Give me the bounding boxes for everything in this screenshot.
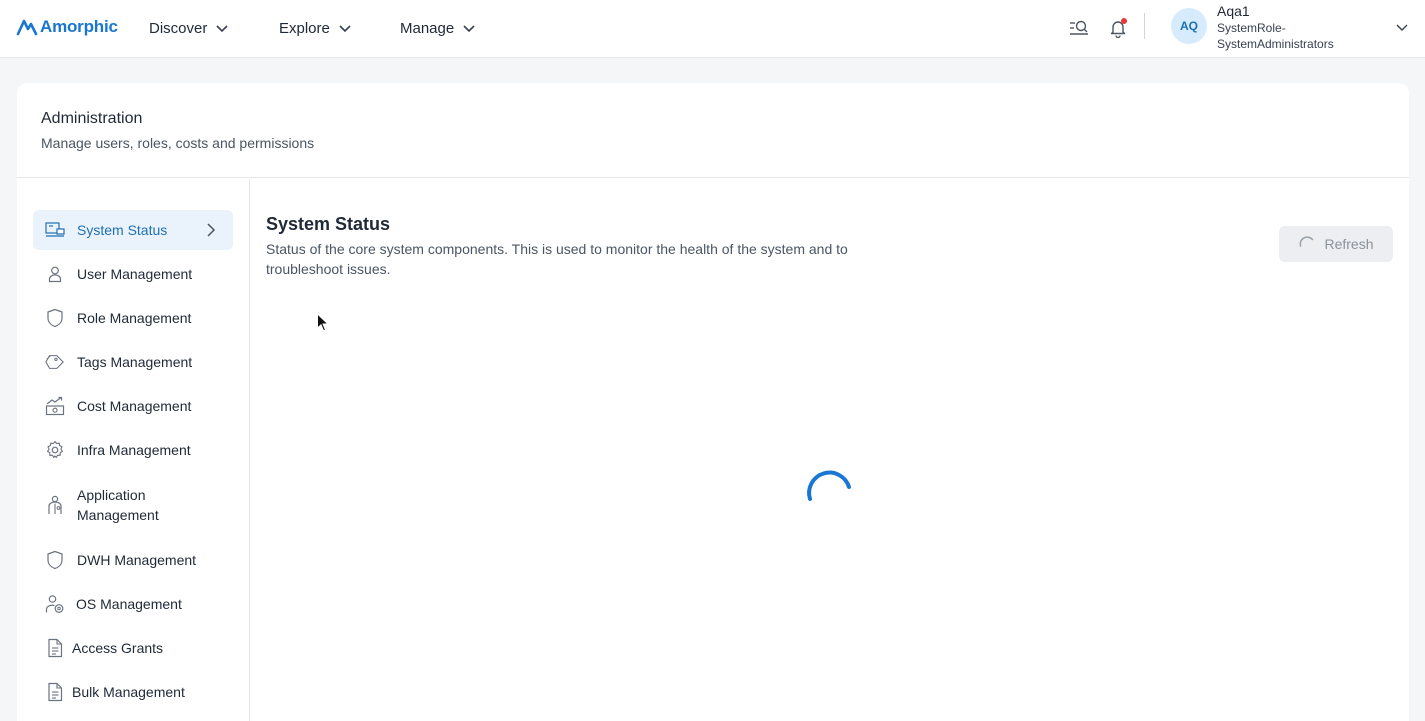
- chevron-down-icon: [216, 25, 228, 33]
- sidebar-item-dwh-management[interactable]: DWH Management: [33, 540, 233, 580]
- sidebar-item-label: Access Grants: [72, 640, 164, 656]
- section-title: System Status: [266, 214, 391, 234]
- shield-icon: [45, 550, 65, 570]
- search-list-icon: [1070, 20, 1088, 35]
- sidebar-item-application-management[interactable]: Application Management: [33, 474, 233, 536]
- search-list-button[interactable]: [1066, 15, 1092, 41]
- sidebar-item-bulk-management[interactable]: Bulk Management: [33, 672, 233, 712]
- sidebar-item-label: Role Management: [77, 310, 192, 326]
- user-name: Aqa1: [1217, 3, 1250, 19]
- sidebar-item-user-management[interactable]: User Management: [33, 254, 233, 294]
- app-user-icon: [45, 495, 65, 515]
- sidebar-item-infra-management[interactable]: Infra Management: [33, 430, 233, 470]
- monitor-icon: [45, 220, 65, 240]
- chevron-down-icon: [339, 25, 351, 33]
- notification-dot: [1121, 18, 1127, 24]
- refresh-button-label: Refresh: [1324, 236, 1374, 252]
- sidebar-item-label: Infra Management: [77, 442, 191, 458]
- mouse-cursor-icon: [317, 313, 330, 332]
- user-role-line2: SystemAdministrators: [1217, 37, 1334, 51]
- document-icon: [45, 682, 65, 702]
- cost-chart-icon: [45, 396, 65, 416]
- chevron-down-icon: [1396, 24, 1408, 31]
- nav-discover-label: Discover: [149, 19, 208, 37]
- nav-manage-label: Manage: [400, 19, 455, 37]
- shield-icon: [45, 308, 65, 328]
- sidebar-item-label: Bulk Management: [72, 684, 185, 700]
- page-subtitle: Manage users, roles, costs and permissio…: [41, 135, 315, 151]
- administration-card: Administration Manage users, roles, cost…: [17, 83, 1409, 721]
- user-icon: [45, 264, 65, 284]
- page-title: Administration: [41, 110, 143, 127]
- user-role-line1: SystemRole-: [1217, 21, 1286, 35]
- nav-discover[interactable]: Discover: [149, 17, 229, 39]
- sidebar-item-role-management[interactable]: Role Management: [33, 298, 233, 338]
- chevron-down-icon: [463, 25, 475, 33]
- sidebar-item-label: Application Management: [77, 487, 159, 523]
- sidebar-item-label: Cost Management: [77, 398, 192, 414]
- sidebar-item-access-grants[interactable]: Access Grants: [33, 628, 233, 668]
- nav-explore-label: Explore: [279, 19, 330, 37]
- section-description: Status of the core system components. Th…: [266, 241, 848, 277]
- nav-explore[interactable]: Explore: [279, 17, 352, 39]
- notifications-button[interactable]: [1105, 15, 1131, 41]
- logo-text: Amorphic: [40, 17, 118, 36]
- amorphic-logo-icon: [16, 19, 38, 36]
- loading-spinner-icon: [1299, 236, 1314, 247]
- sidebar-item-label: System Status: [77, 222, 168, 238]
- user-gear-icon: [45, 594, 65, 614]
- sidebar-item-system-status[interactable]: System Status: [33, 210, 233, 250]
- sidebar-item-os-management[interactable]: OS Management: [33, 584, 233, 624]
- sidebar-item-label: Tags Management: [77, 354, 193, 370]
- gear-icon: [45, 440, 65, 460]
- admin-sidebar: System Status User Management Role Manag…: [17, 179, 250, 721]
- top-navigation-bar: Amorphic Discover Explore Manage AQ Aqa1…: [0, 0, 1425, 58]
- document-icon: [45, 638, 65, 658]
- sidebar-item-label: OS Management: [76, 596, 182, 612]
- sidebar-item-label: DWH Management: [77, 552, 197, 568]
- loading-spinner: [807, 470, 851, 501]
- tag-icon: [45, 352, 65, 372]
- avatar[interactable]: AQ: [1171, 8, 1207, 44]
- divider: [1144, 13, 1145, 39]
- sidebar-item-tags-management[interactable]: Tags Management: [33, 342, 233, 382]
- chevron-right-icon: [207, 223, 216, 237]
- page-header: Administration Manage users, roles, cost…: [17, 83, 1409, 178]
- refresh-button[interactable]: Refresh: [1279, 226, 1393, 262]
- sidebar-item-cost-management[interactable]: Cost Management: [33, 386, 233, 426]
- nav-manage[interactable]: Manage: [400, 17, 476, 39]
- sidebar-item-label: User Management: [77, 266, 193, 282]
- user-info[interactable]: Aqa1 SystemRole- SystemAdministrators: [1217, 3, 1387, 52]
- amorphic-logo[interactable]: Amorphic: [16, 14, 118, 40]
- user-menu-toggle[interactable]: [1395, 20, 1409, 39]
